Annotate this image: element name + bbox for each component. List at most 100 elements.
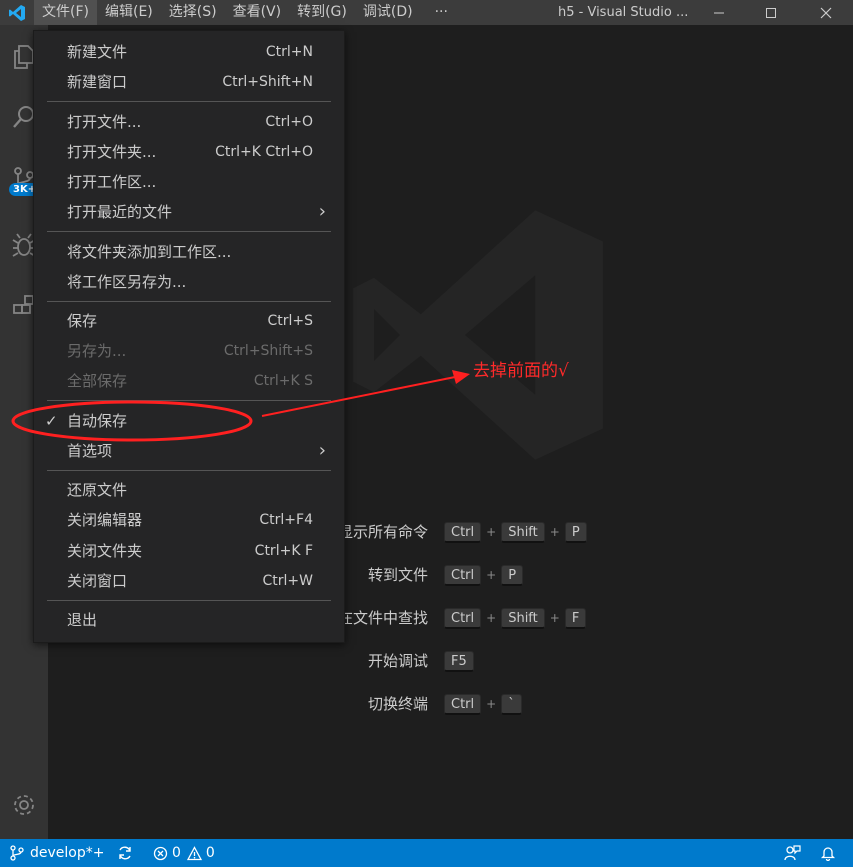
warning-count: 0	[205, 845, 215, 861]
key-cap: P	[564, 521, 587, 543]
menu-item-save[interactable]: 保存 Ctrl+S	[34, 306, 346, 336]
menu-item-shortcut: Ctrl+S	[267, 313, 313, 329]
menu-item-label: 新建窗口	[67, 73, 128, 91]
bell-icon	[820, 847, 836, 861]
key-cap: F5	[444, 650, 474, 672]
key-cap: Ctrl	[444, 564, 482, 586]
key-cap: Ctrl	[444, 607, 482, 629]
menu-item-close-editor[interactable]: 关闭编辑器 Ctrl+F4	[34, 505, 346, 535]
menu-separator	[47, 400, 331, 401]
vscode-window: 文件(F) 编辑(E) 选择(S) 查看(V) 转到(G) 调试(D) ··· …	[0, 0, 853, 867]
annotation-note: 去掉前面的√	[473, 361, 569, 381]
shortcut-label: 切换终端	[367, 695, 428, 713]
key-plus: +	[486, 525, 497, 539]
shortcut-keys: Ctrl + `	[444, 693, 522, 715]
menu-item-label: 将文件夹添加到工作区...	[67, 243, 232, 261]
menu-item-label: 还原文件	[67, 481, 128, 499]
menu-item-open-folder[interactable]: 打开文件夹... Ctrl+K Ctrl+O	[34, 137, 346, 167]
shortcut-label: 开始调试	[367, 652, 428, 670]
menu-go[interactable]: 转到(G)	[289, 0, 355, 25]
key-plus: +	[486, 611, 497, 625]
menu-item-save-workspace-as[interactable]: 将工作区另存为...	[34, 267, 346, 297]
menu-selection[interactable]: 选择(S)	[161, 0, 225, 25]
menu-item-label: 新建文件	[67, 43, 128, 61]
problems-status[interactable]: 0 0	[153, 839, 215, 867]
menu-separator	[47, 231, 331, 232]
maximize-button[interactable]	[748, 0, 793, 25]
menu-item-add-folder-to-workspace[interactable]: 将文件夹添加到工作区...	[34, 237, 346, 267]
vscode-watermark-icon	[353, 210, 603, 460]
file-menu-dropdown: 新建文件 Ctrl+N 新建窗口 Ctrl+Shift+N 打开文件... Ct…	[33, 30, 345, 643]
menu-item-auto-save[interactable]: ✓ 自动保存	[34, 406, 346, 436]
menu-file[interactable]: 文件(F)	[34, 0, 97, 25]
menu-debug[interactable]: 调试(D)	[355, 0, 421, 25]
menu-separator	[47, 470, 331, 471]
git-branch-icon	[10, 845, 24, 861]
shortcut-start-debugging: 开始调试 F5	[0, 650, 853, 672]
menu-item-shortcut: Ctrl+Shift+S	[223, 343, 313, 359]
menu-item-new-window[interactable]: 新建窗口 Ctrl+Shift+N	[34, 67, 346, 97]
shortcut-label: 在文件中查找	[337, 609, 428, 627]
key-cap: Shift	[501, 607, 545, 629]
menu-separator	[47, 301, 331, 302]
menu-item-close-window[interactable]: 关闭窗口 Ctrl+W	[34, 566, 346, 596]
menu-item-label: 将工作区另存为...	[67, 273, 187, 291]
minimize-button[interactable]	[696, 0, 741, 25]
menu-item-shortcut: Ctrl+F4	[259, 512, 313, 528]
branch-status[interactable]: develop*+	[10, 839, 104, 867]
menu-item-preferences[interactable]: 首选项 ›	[34, 436, 346, 466]
key-cap: `	[501, 693, 522, 715]
shortcut-keys: Ctrl + Shift + F	[444, 607, 587, 629]
menu-separator	[47, 101, 331, 102]
menu-item-open-file[interactable]: 打开文件... Ctrl+O	[34, 107, 346, 137]
key-cap: Ctrl	[444, 693, 482, 715]
notifications-button[interactable]	[820, 839, 836, 867]
warning-icon	[186, 845, 202, 860]
menu-item-label: 全部保存	[67, 372, 128, 390]
menu-item-shortcut: Ctrl+O	[265, 114, 313, 130]
menu-item-shortcut: Ctrl+Shift+N	[222, 74, 313, 90]
menu-item-shortcut: Ctrl+W	[262, 573, 313, 589]
menu-item-close-folder[interactable]: 关闭文件夹 Ctrl+K F	[34, 536, 346, 566]
menu-item-open-recent[interactable]: 打开最近的文件 ›	[34, 197, 346, 227]
menu-item-label: 打开工作区...	[67, 173, 157, 191]
manage-button[interactable]	[0, 781, 48, 829]
key-plus: +	[486, 568, 497, 582]
menu-item-revert-file[interactable]: 还原文件	[34, 475, 346, 505]
menu-item-shortcut: Ctrl+K S	[253, 373, 313, 389]
key-plus: +	[549, 525, 560, 539]
error-icon	[153, 846, 168, 860]
error-count: 0	[172, 845, 181, 861]
checkmark-icon: ✓	[45, 412, 58, 430]
vscode-logo-icon[interactable]	[0, 0, 34, 25]
shortcut-keys: Ctrl + P	[444, 564, 524, 586]
menu-item-new-file[interactable]: 新建文件 Ctrl+N	[34, 37, 346, 67]
menu-item-label: 首选项	[67, 442, 113, 460]
menu-item-label: 关闭文件夹	[67, 542, 143, 560]
shortcut-label: 显示所有命令	[337, 523, 428, 541]
menu-item-label: 另存为...	[67, 342, 127, 360]
gear-icon	[14, 795, 34, 815]
menu-item-label: 打开文件夹...	[67, 143, 157, 161]
menu-item-shortcut: Ctrl+K F	[254, 543, 313, 559]
shortcut-label: 转到文件	[367, 566, 428, 584]
menu-more[interactable]: ···	[421, 0, 462, 25]
menu-item-label: 保存	[67, 312, 98, 330]
sync-icon	[119, 846, 131, 860]
close-icon	[820, 7, 831, 18]
menu-item-exit[interactable]: 退出	[34, 605, 346, 635]
close-button[interactable]	[803, 0, 848, 25]
menu-item-open-workspace[interactable]: 打开工作区...	[34, 167, 346, 197]
menu-bar: 文件(F) 编辑(E) 选择(S) 查看(V) 转到(G) 调试(D) ···	[34, 0, 462, 25]
menu-view[interactable]: 查看(V)	[225, 0, 290, 25]
menu-item-label: 关闭窗口	[67, 572, 128, 590]
menu-item-label: 打开最近的文件	[67, 203, 173, 221]
feedback-button[interactable]	[783, 839, 801, 867]
window-title: h5 - Visual Studio ...	[558, 5, 689, 20]
menu-edit[interactable]: 编辑(E)	[97, 0, 161, 25]
menu-item-shortcut: Ctrl+K Ctrl+O	[215, 144, 313, 160]
menu-item-label: 关闭编辑器	[67, 511, 143, 529]
sync-button[interactable]	[117, 839, 133, 867]
title-bar: 文件(F) 编辑(E) 选择(S) 查看(V) 转到(G) 调试(D) ··· …	[0, 0, 853, 25]
shortcut-keys: Ctrl + Shift + P	[444, 521, 587, 543]
